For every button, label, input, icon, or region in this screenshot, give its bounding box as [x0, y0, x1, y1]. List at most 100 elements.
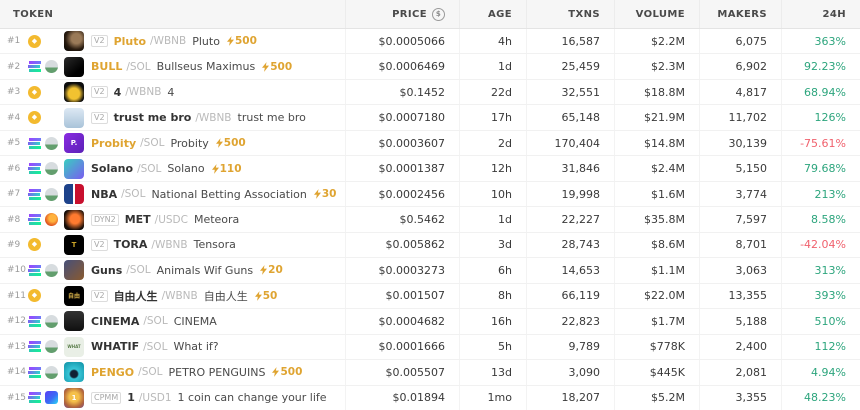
token-symbol: WHATIF — [91, 340, 139, 353]
price-cell: $0.0003607 — [346, 131, 460, 155]
quote-token: /WBNB — [195, 112, 231, 124]
pumpswap-dex-icon — [45, 188, 58, 201]
sol-chain-icon — [28, 340, 41, 353]
table-row[interactable]: #14 PENGO /SOL PETRO PENGUINS 500 $0.005… — [0, 360, 860, 385]
volume-cell: $1.7M — [615, 309, 700, 333]
txns-cell: 31,846 — [527, 156, 615, 180]
table-row[interactable]: #7 NBA /SOL National Betting Association… — [0, 182, 860, 207]
makers-cell: 3,063 — [700, 258, 782, 282]
quote-token: /USDC — [155, 214, 188, 226]
rank-label: #11 — [0, 291, 28, 301]
lightning-icon — [212, 164, 219, 174]
rank-label: #5 — [0, 138, 28, 148]
table-row[interactable]: #5 P. Probity /SOL Probity 500 $0.000360… — [0, 131, 860, 156]
txns-cell: 22,823 — [527, 309, 615, 333]
version-badge: V2 — [91, 35, 108, 47]
token-name: trust me bro — [238, 111, 306, 124]
change-24h-cell: 213% — [782, 182, 860, 206]
makers-cell: 30,139 — [700, 131, 782, 155]
token-cell: #3 V2 4 /WBNB 4 — [0, 80, 346, 104]
makers-cell: 11,702 — [700, 105, 782, 129]
token-name: Solano — [167, 162, 204, 175]
quote-token: /SOL — [126, 264, 150, 276]
price-cell: $0.0004682 — [346, 309, 460, 333]
boost-badge: 500 — [216, 137, 246, 149]
pancakeswap-dex-icon — [45, 289, 58, 302]
boost-badge: 500 — [227, 35, 257, 47]
boost-amount: 110 — [220, 163, 242, 175]
volume-cell: $1.6M — [615, 182, 700, 206]
table-row[interactable]: #4 V2 trust me bro /WBNB trust me bro $0… — [0, 105, 860, 130]
txns-cell: 18,207 — [527, 386, 615, 410]
makers-cell: 6,902 — [700, 54, 782, 78]
makers-cell: 2,081 — [700, 360, 782, 384]
token-image — [64, 108, 84, 128]
token-image — [64, 210, 84, 230]
age-cell: 1mo — [460, 386, 527, 410]
change-24h-cell: 8.58% — [782, 207, 860, 231]
table-row[interactable]: #3 V2 4 /WBNB 4 $0.1452 22d 32,551 $18.8… — [0, 80, 860, 105]
bnb-chain-icon — [28, 289, 41, 302]
quote-token: /SOL — [121, 188, 145, 200]
sol-chain-icon — [28, 366, 41, 379]
makers-cell: 8,701 — [700, 233, 782, 257]
volume-cell: $778K — [615, 335, 700, 359]
column-header-age[interactable]: AGE — [460, 0, 527, 28]
makers-cell: 5,188 — [700, 309, 782, 333]
change-24h-cell: 79.68% — [782, 156, 860, 180]
volume-cell: $35.8M — [615, 207, 700, 231]
table-row[interactable]: #1 V2 Pluto /WBNB Pluto 500 $0.0005066 4… — [0, 29, 860, 54]
column-header-volume[interactable]: VOLUME — [615, 0, 700, 28]
bnb-chain-icon — [28, 238, 41, 251]
token-name: Meteora — [194, 213, 239, 226]
table-row[interactable]: #2 BULL /SOL Bullseus Maximus 500 $0.000… — [0, 54, 860, 79]
token-cell: #9 T V2 TORA /WBNB Tensora — [0, 233, 346, 257]
column-header-makers[interactable]: MAKERS — [700, 0, 782, 28]
token-symbol: CINEMA — [91, 315, 139, 328]
age-cell: 5h — [460, 335, 527, 359]
token-cell: #4 V2 trust me bro /WBNB trust me bro — [0, 105, 346, 129]
txns-cell: 9,789 — [527, 335, 615, 359]
table-row[interactable]: #15 1 CPMM 1 /USD1 1 coin can change you… — [0, 386, 860, 410]
token-cell: #15 1 CPMM 1 /USD1 1 coin can change you… — [0, 386, 346, 410]
table-row[interactable]: #9 T V2 TORA /WBNB Tensora $0.005862 3d … — [0, 233, 860, 258]
token-cell: #5 P. Probity /SOL Probity 500 — [0, 131, 346, 155]
volume-cell: $2.3M — [615, 54, 700, 78]
token-cell: #12 CINEMA /SOL CINEMA — [0, 309, 346, 333]
table-row[interactable]: #6 Solano /SOL Solano 110 $0.0001387 12h… — [0, 156, 860, 181]
sol-chain-icon — [28, 264, 41, 277]
token-symbol: MET — [125, 213, 151, 226]
table-row[interactable]: #8 DYN2 MET /USDC Meteora $0.5462 1d 22,… — [0, 207, 860, 232]
age-cell: 8h — [460, 284, 527, 308]
token-name: 4 — [167, 86, 174, 99]
token-symbol: TORA — [114, 238, 148, 251]
token-symbol: Probity — [91, 137, 136, 150]
boost-amount: 500 — [235, 35, 257, 47]
lightning-icon — [255, 291, 262, 301]
table-row[interactable]: #11 自由 V2 自由人生 /WBNB 自由人生 50 $0.001507 8… — [0, 284, 860, 309]
column-header-price[interactable]: PRICE $ — [346, 0, 460, 28]
sol-chain-icon — [28, 137, 41, 150]
txns-cell: 65,148 — [527, 105, 615, 129]
version-badge: DYN2 — [91, 214, 119, 226]
column-header-24h[interactable]: 24H — [782, 0, 860, 28]
price-cell: $0.0002456 — [346, 182, 460, 206]
txns-cell: 3,090 — [527, 360, 615, 384]
token-symbol: 4 — [114, 86, 122, 99]
pumpswap-dex-icon — [45, 264, 58, 277]
sol-chain-icon — [28, 213, 41, 226]
rank-label: #13 — [0, 342, 28, 352]
token-image — [64, 260, 84, 280]
sol-chain-icon — [28, 391, 41, 404]
table-row[interactable]: #13 WHAT WHATIF /SOL What if? $0.0001666… — [0, 335, 860, 360]
quote-token: /WBNB — [151, 239, 187, 251]
pancakeswap-dex-icon — [45, 86, 58, 99]
lightning-icon — [216, 138, 223, 148]
column-header-token[interactable]: TOKEN — [0, 0, 346, 28]
boost-amount: 500 — [270, 61, 292, 73]
table-row[interactable]: #10 Guns /SOL Animals Wif Guns 20 $0.000… — [0, 258, 860, 283]
table-row[interactable]: #12 CINEMA /SOL CINEMA $0.0004682 16h 22… — [0, 309, 860, 334]
price-cell: $0.01894 — [346, 386, 460, 410]
column-header-txns[interactable]: TXNS — [527, 0, 615, 28]
token-symbol: 自由人生 — [114, 288, 158, 304]
